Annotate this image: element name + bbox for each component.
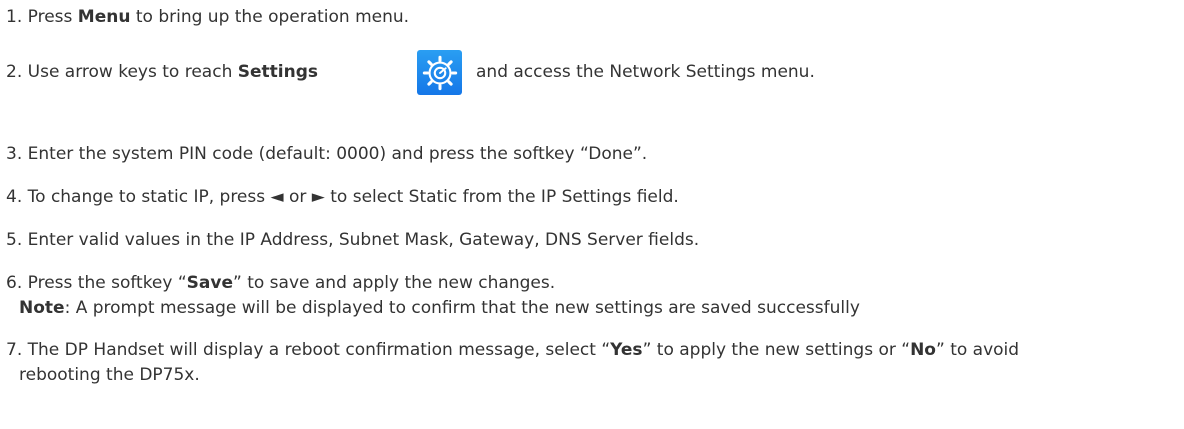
step-6-note: Note: A prompt message will be displayed… — [19, 296, 860, 320]
step-text: Press — [27, 7, 78, 27]
step-text: The DP Handset will display a reboot con… — [27, 340, 611, 360]
step-number: 1. — [6, 7, 23, 27]
menu-key-label: Menu — [77, 7, 131, 27]
step-3: 3. Enter the system PIN code (default: 0… — [6, 142, 647, 166]
yes-option-label: Yes — [610, 340, 643, 360]
step-number: 4. — [6, 187, 23, 207]
step-text: and access the Network Settings menu. — [476, 62, 815, 82]
settings-label: Settings — [237, 62, 318, 82]
note-text: : A prompt message will be displayed to … — [64, 298, 860, 318]
note-label: Note — [19, 298, 65, 318]
step-text: rebooting the DP75x. — [19, 365, 200, 385]
step-1: 1. Press Menu to bring up the operation … — [6, 5, 409, 29]
step-text: Press the softkey “ — [27, 273, 187, 293]
step-number: 3. — [6, 144, 23, 164]
step-7-continued: rebooting the DP75x. — [19, 363, 200, 387]
step-number: 7. — [6, 340, 23, 360]
step-4: 4. To change to static IP, press ◄ or ► … — [6, 185, 679, 209]
settings-gear-icon — [417, 50, 462, 95]
step-2-continued: and access the Network Settings menu. — [476, 60, 815, 84]
step-7: 7. The DP Handset will display a reboot … — [6, 338, 1019, 362]
step-text: To change to static IP, press ◄ or ► to … — [27, 187, 679, 207]
step-text: Enter the system PIN code (default: 0000… — [27, 144, 648, 164]
no-option-label: No — [910, 340, 936, 360]
step-text: ” to avoid — [936, 340, 1020, 360]
step-text: Use arrow keys to reach — [27, 62, 238, 82]
step-number: 5. — [6, 230, 23, 250]
step-5: 5. Enter valid values in the IP Address,… — [6, 228, 699, 252]
step-2: 2. Use arrow keys to reach Settings — [6, 60, 318, 84]
step-number: 2. — [6, 62, 23, 82]
step-text: ” to apply the new settings or “ — [642, 340, 911, 360]
step-text: Enter valid values in the IP Address, Su… — [27, 230, 700, 250]
step-text: to bring up the operation menu. — [130, 7, 410, 27]
step-6: 6. Press the softkey “Save” to save and … — [6, 271, 555, 295]
step-text: ” to save and apply the new changes. — [233, 273, 556, 293]
save-key-label: Save — [186, 273, 233, 293]
step-number: 6. — [6, 273, 23, 293]
